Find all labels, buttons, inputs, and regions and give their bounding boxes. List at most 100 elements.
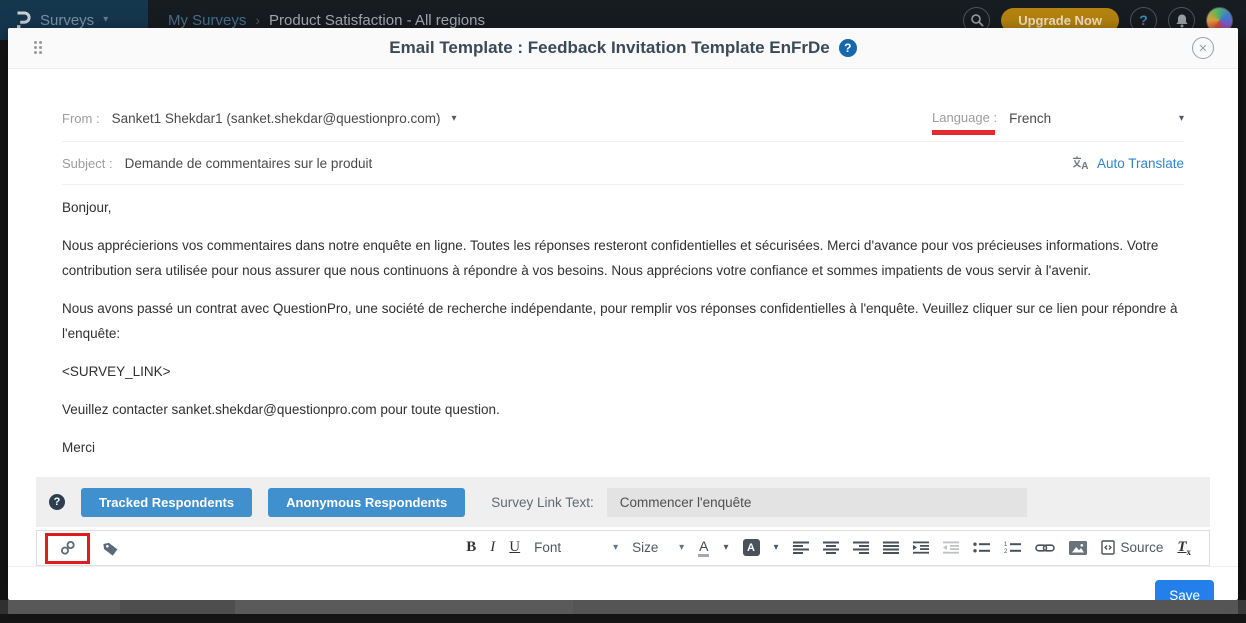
chevron-down-icon: ▾ <box>451 113 456 124</box>
dialog-title-row: Email Template : Feedback Invitation Tem… <box>389 38 857 58</box>
language-alert-underline <box>932 130 995 135</box>
justify-button[interactable] <box>883 541 899 554</box>
annotation-highlight <box>45 533 90 564</box>
chevron-down-icon: ▾ <box>774 542 779 553</box>
auto-translate-label: Auto Translate <box>1097 156 1184 171</box>
align-right-button[interactable] <box>853 541 869 554</box>
source-label: Source <box>1121 540 1164 555</box>
auto-translate-button[interactable]: A Auto Translate <box>1072 155 1184 171</box>
translate-icon: A <box>1072 155 1089 171</box>
title-help-icon[interactable]: ? <box>839 39 857 57</box>
drag-handle-icon[interactable] <box>34 41 44 56</box>
bell-icon <box>1175 13 1189 28</box>
indent-button[interactable] <box>913 541 929 554</box>
survey-link-text-input[interactable] <box>607 488 1027 517</box>
align-center-icon <box>823 541 839 554</box>
tab-anonymous-respondents[interactable]: Anonymous Respondents <box>268 488 465 517</box>
text-color-icon: A <box>698 539 709 557</box>
remove-format-sub: x <box>1187 547 1192 557</box>
font-family-select[interactable]: Font ▾ <box>534 540 618 555</box>
source-button[interactable]: Source <box>1101 540 1164 555</box>
bulleted-list-button[interactable] <box>973 541 990 554</box>
text-color-button[interactable]: A ▾ <box>698 539 728 557</box>
font-family-label: Font <box>534 540 561 555</box>
language-label: Language : <box>932 110 997 125</box>
respondent-options-bar: ? Tracked Respondents Anonymous Responde… <box>36 477 1210 527</box>
insert-image-button[interactable] <box>1069 541 1087 555</box>
svg-text:A: A <box>1081 161 1088 171</box>
justify-icon <box>883 541 899 554</box>
dialog-footer: Save <box>8 566 1238 623</box>
survey-link-text-label: Survey Link Text: <box>491 495 594 510</box>
dialog-title: Email Template : Feedback Invitation Tem… <box>389 38 830 58</box>
font-size-select[interactable]: Size ▾ <box>632 540 684 555</box>
email-paragraph: <SURVEY_LINK> <box>62 359 1184 384</box>
bold-button[interactable]: B <box>466 540 476 555</box>
email-template-dialog: Email Template : Feedback Invitation Tem… <box>8 28 1238 600</box>
chain-link-icon <box>59 539 77 557</box>
breadcrumb-separator-icon: › <box>255 12 260 28</box>
email-meta-section: From : Sanket1 Shekdar1 (sanket.shekdar@… <box>8 69 1238 185</box>
breadcrumb-current: Product Satisfaction - All regions <box>269 12 485 29</box>
align-right-icon <box>853 541 869 554</box>
subject-label: Subject : <box>62 156 113 171</box>
tab-tracked-respondents[interactable]: Tracked Respondents <box>81 488 252 517</box>
chevron-down-icon: ▾ <box>1179 113 1184 124</box>
insert-link-button[interactable] <box>1035 542 1055 554</box>
language-select[interactable]: Language : French ▾ <box>932 109 1184 127</box>
svg-text:2: 2 <box>1004 549 1008 554</box>
numbered-list-button[interactable]: 1 2 <box>1004 541 1021 554</box>
from-label: From : <box>62 111 100 126</box>
search-icon <box>970 13 984 27</box>
italic-button[interactable]: I <box>490 540 495 555</box>
numbered-list-icon: 1 2 <box>1004 541 1021 554</box>
svg-text:1: 1 <box>1004 542 1008 548</box>
bulleted-list-icon <box>973 541 990 554</box>
subject-value[interactable]: Demande de commentaires sur le produit <box>125 156 373 171</box>
align-left-button[interactable] <box>793 541 809 554</box>
dimmed-background-strip <box>0 600 1246 614</box>
language-label-wrap: Language : <box>932 109 997 127</box>
respondent-help-icon[interactable]: ? <box>49 494 65 510</box>
breadcrumb-my-surveys[interactable]: My Surveys <box>168 12 246 29</box>
editor-toolbar-right: B I U Font ▾ Size ▾ A ▾ A ▾ <box>466 539 1203 557</box>
close-button[interactable]: ✕ <box>1192 37 1214 59</box>
remove-format-letter: T <box>1177 539 1186 555</box>
email-paragraph: Veuillez contacter sanket.shekdar@questi… <box>62 397 1184 422</box>
align-center-button[interactable] <box>823 541 839 554</box>
from-language-row: From : Sanket1 Shekdar1 (sanket.shekdar@… <box>62 109 1184 142</box>
chevron-down-icon: ▾ <box>103 15 108 25</box>
chevron-down-icon: ▾ <box>613 542 618 553</box>
language-value: French <box>1009 111 1051 126</box>
background-color-icon: A <box>743 539 760 556</box>
image-icon <box>1069 541 1087 555</box>
subject-row: Subject : Demande de commentaires sur le… <box>62 151 1184 185</box>
underline-button[interactable]: U <box>509 540 520 555</box>
remove-format-button[interactable]: Tx <box>1177 539 1191 557</box>
help-icon: ? <box>1139 12 1148 28</box>
app-menu-label: Surveys <box>40 12 94 29</box>
chevron-down-icon: ▾ <box>723 542 728 553</box>
email-paragraph: Bonjour, <box>62 195 1184 220</box>
insert-survey-link-button[interactable] <box>59 539 77 557</box>
chevron-down-icon: ▾ <box>679 542 684 553</box>
tag-icon <box>102 540 121 557</box>
editor-toolbar: B I U Font ▾ Size ▾ A ▾ A ▾ <box>36 530 1210 566</box>
indent-icon <box>913 541 929 554</box>
email-paragraph: Nous apprécierions vos commentaires dans… <box>62 233 1184 283</box>
outdent-button[interactable] <box>943 541 959 554</box>
email-paragraph: Merci <box>62 435 1184 460</box>
background-color-button[interactable]: A ▾ <box>743 539 779 556</box>
align-left-icon <box>793 541 809 554</box>
source-icon <box>1101 540 1115 555</box>
from-select[interactable]: Sanket1 Shekdar1 (sanket.shekdar@questio… <box>100 111 457 126</box>
close-icon: ✕ <box>1198 42 1207 55</box>
outdent-icon <box>943 541 959 554</box>
hyperlink-icon <box>1035 542 1055 554</box>
dialog-header: Email Template : Feedback Invitation Tem… <box>8 28 1238 69</box>
insert-merge-tag-button[interactable] <box>102 540 121 557</box>
email-paragraph: Nous avons passé un contrat avec Questio… <box>62 296 1184 346</box>
from-value: Sanket1 Shekdar1 (sanket.shekdar@questio… <box>112 111 441 126</box>
email-body-editor[interactable]: Bonjour, Nous apprécierions vos commenta… <box>8 185 1238 473</box>
font-size-label: Size <box>632 540 658 555</box>
